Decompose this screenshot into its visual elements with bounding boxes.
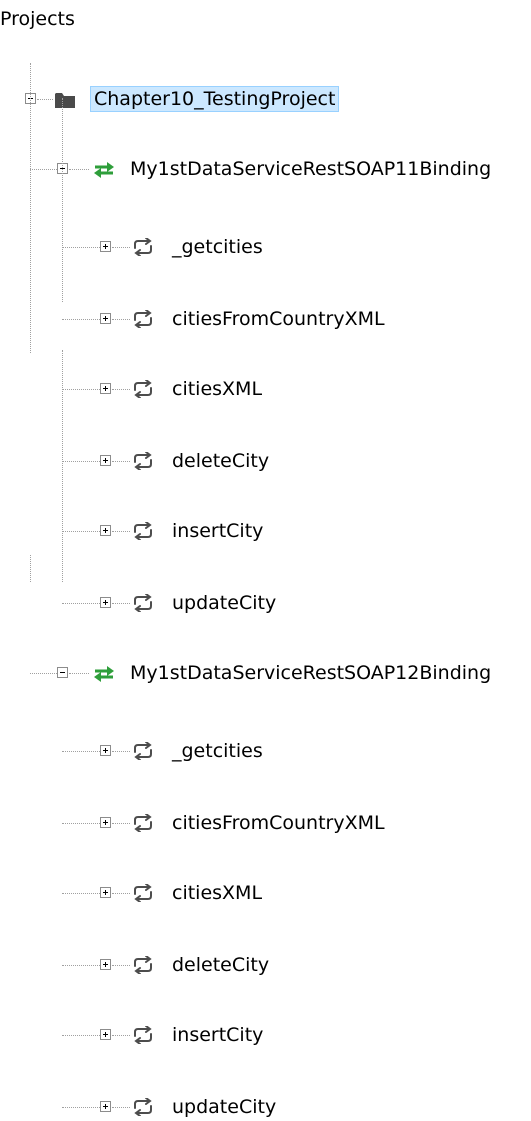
project-tree[interactable]: Projects Chapter10_TestingProject My1stDa…	[0, 0, 531, 1118]
tree-connector-line	[112, 893, 130, 894]
tree-node-operation[interactable]: citiesFromCountryXML	[0, 152, 531, 330]
tree-connector-line	[112, 823, 130, 824]
operation-cycle-icon	[132, 1025, 154, 1049]
operation-cycle-icon	[132, 813, 154, 837]
tree-connector-line	[62, 555, 63, 582]
expand-toggle[interactable]	[100, 959, 111, 970]
expand-toggle[interactable]	[100, 745, 111, 756]
projects-root-label: Projects	[0, 8, 75, 30]
tree-node-operation[interactable]: _getcities	[0, 116, 531, 258]
tree-connector-line	[62, 751, 100, 752]
tree-node-operation[interactable]: _getcities	[0, 368, 531, 762]
operation-label[interactable]: insertCity	[172, 1022, 263, 1048]
tree-connector-line	[112, 603, 130, 604]
tree-connector-line	[112, 751, 130, 752]
tree-connector-line	[62, 1035, 100, 1036]
tree-node-operation[interactable]: updateCity	[0, 294, 531, 614]
tree-connector-line	[62, 603, 100, 604]
tree-node-operation[interactable]: citiesXML	[0, 439, 531, 904]
operation-label[interactable]: citiesXML	[172, 880, 262, 906]
expand-toggle[interactable]	[100, 1029, 111, 1040]
tree-connector-line	[62, 823, 100, 824]
expand-toggle[interactable]	[100, 817, 111, 828]
collapse-toggle[interactable]	[57, 667, 68, 678]
tree-connector-line	[69, 673, 89, 674]
interface-icon	[93, 665, 115, 687]
operation-label[interactable]: citiesFromCountryXML	[172, 810, 385, 836]
tree-connector-line	[62, 893, 100, 894]
operation-cycle-icon	[132, 883, 154, 907]
tree-node-project[interactable]: Chapter10_TestingProject	[0, 42, 531, 112]
tree-connector-line	[30, 673, 57, 674]
tree-node-operation[interactable]: citiesXML	[0, 187, 531, 400]
tree-connector-line	[112, 965, 130, 966]
tree-connector-line	[62, 965, 100, 966]
tree-connector-line	[112, 1107, 130, 1108]
operation-label[interactable]: deleteCity	[172, 952, 269, 978]
operation-cycle-icon	[132, 955, 154, 979]
tree-connector-line	[112, 1035, 130, 1036]
operation-cycle-icon	[132, 593, 154, 617]
operation-cycle-icon	[132, 741, 154, 765]
operation-label[interactable]: _getcities	[172, 738, 263, 764]
tree-node-interface[interactable]: My1stDataServiceRestSOAP12Binding	[0, 329, 531, 684]
tree-node-operation[interactable]: deleteCity	[0, 475, 531, 976]
operation-label[interactable]: updateCity	[172, 1094, 276, 1120]
tree-connector-line	[62, 1107, 100, 1108]
operation-cycle-icon	[132, 1097, 154, 1121]
tree-node-operation[interactable]: insertCity	[0, 510, 531, 1046]
expand-toggle[interactable]	[100, 887, 111, 898]
tree-node-interface[interactable]: My1stDataServiceRestSOAP11Binding	[0, 77, 531, 180]
tree-node-operation[interactable]: citiesFromCountryXML	[0, 404, 531, 834]
tree-node-operation[interactable]: updateCity	[0, 546, 531, 1118]
tree-node-operation[interactable]: deleteCity	[0, 223, 531, 472]
tree-connector-line	[30, 555, 31, 582]
tree-node-operation[interactable]: insertCity	[0, 258, 531, 542]
expand-toggle[interactable]	[100, 597, 111, 608]
interface-label[interactable]: My1stDataServiceRestSOAP12Binding	[130, 660, 491, 686]
operation-label[interactable]: updateCity	[172, 590, 276, 616]
expand-toggle[interactable]	[100, 1101, 111, 1112]
